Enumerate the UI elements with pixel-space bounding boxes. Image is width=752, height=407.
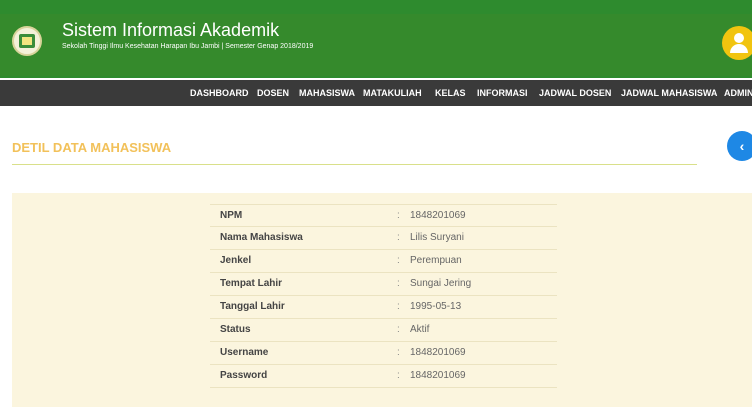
user-avatar[interactable]: [722, 26, 752, 60]
row-value: Sungai Jering: [410, 278, 472, 289]
table-row: Password : 1848201069: [210, 365, 557, 388]
table-row: Nama Mahasiswa : Lilis Suryani: [210, 227, 557, 250]
row-label: NPM: [220, 210, 243, 221]
row-value: 1848201069: [410, 370, 466, 381]
row-label: Password: [220, 370, 268, 381]
row-value: Perempuan: [410, 255, 462, 266]
chevron-left-icon: ‹: [739, 138, 745, 154]
row-separator: :: [397, 301, 400, 312]
table-row: Tempat Lahir : Sungai Jering: [210, 273, 557, 296]
user-avatar-head: [734, 33, 744, 43]
row-value: Lilis Suryani: [410, 232, 464, 243]
nav-item-matakuliah[interactable]: MATAKULIAH: [363, 88, 422, 98]
back-button[interactable]: ‹: [727, 131, 752, 161]
row-label: Username: [220, 347, 269, 358]
row-separator: :: [397, 324, 400, 335]
page-title: DETIL DATA MAHASISWA: [12, 140, 172, 155]
table-row: Status : Aktif: [210, 319, 557, 342]
main-nav: DASHBOARD DOSEN MAHASISWA MATAKULIAH KEL…: [0, 80, 752, 106]
row-value: Aktif: [410, 324, 430, 335]
row-separator: :: [397, 210, 400, 221]
user-avatar-body: [730, 44, 748, 53]
nav-item-kelas[interactable]: KELAS: [435, 88, 466, 98]
app-title: Sistem Informasi Akademik: [62, 20, 280, 40]
row-separator: :: [397, 278, 400, 289]
table-row: Username : 1848201069: [210, 342, 557, 365]
row-label: Nama Mahasiswa: [220, 232, 303, 243]
row-separator: :: [397, 255, 400, 266]
row-label: Status: [220, 324, 251, 335]
row-value: 1995-05-13: [410, 301, 462, 312]
row-separator: :: [397, 232, 400, 243]
row-label: Tanggal Lahir: [220, 301, 285, 312]
table-row: Tanggal Lahir : 1995-05-13: [210, 296, 557, 319]
nav-item-dosen[interactable]: DOSEN: [257, 88, 289, 98]
title-divider: [12, 164, 697, 165]
nav-item-jadwal-mahasiswa[interactable]: JADWAL MAHASISWA: [621, 88, 717, 98]
nav-item-informasi[interactable]: INFORMASI: [477, 88, 528, 98]
logo-book-page: [22, 37, 32, 45]
nav-item-jadwal-dosen[interactable]: JADWAL DOSEN: [539, 88, 611, 98]
app-header: Sistem Informasi Akademik Sekolah Tinggi…: [0, 0, 752, 78]
row-value: 1848201069: [410, 210, 466, 221]
row-value: 1848201069: [410, 347, 466, 358]
row-separator: :: [397, 347, 400, 358]
row-label: Jenkel: [220, 255, 252, 266]
nav-item-mahasiswa[interactable]: MAHASISWA: [299, 88, 355, 98]
row-separator: :: [397, 370, 400, 381]
institution-logo: [12, 26, 42, 56]
table-row: NPM : 1848201069: [210, 204, 557, 227]
app-subtitle: Sekolah Tinggi Ilmu Kesehatan Harapan Ib…: [62, 43, 314, 50]
student-detail-table: NPM : 1848201069 Nama Mahasiswa : Lilis …: [210, 204, 557, 388]
row-label: Tempat Lahir: [220, 278, 283, 289]
nav-item-dashboard[interactable]: DASHBOARD: [190, 88, 249, 98]
table-row: Jenkel : Perempuan: [210, 250, 557, 273]
nav-item-admin[interactable]: ADMIN: [724, 88, 752, 98]
